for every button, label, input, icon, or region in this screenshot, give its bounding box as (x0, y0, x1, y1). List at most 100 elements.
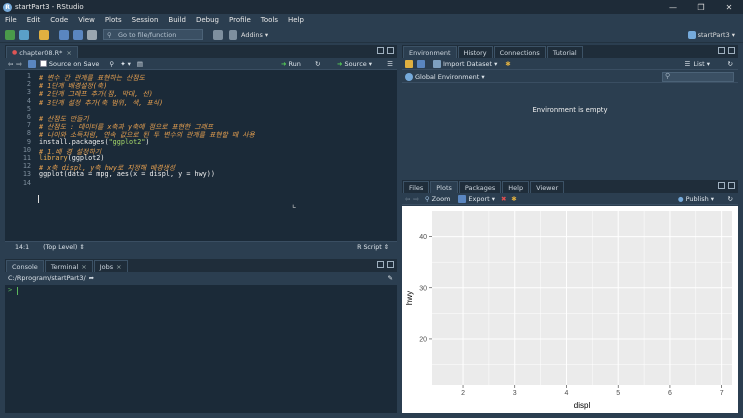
tab-files[interactable]: Files (403, 181, 430, 193)
rstudio-logo-icon: R (3, 2, 12, 12)
back-icon[interactable]: ⇦ (8, 60, 13, 68)
zoom-button[interactable]: Zoom (432, 195, 451, 203)
tab-environment-label: Environment (409, 48, 451, 57)
next-plot-icon[interactable]: ⇨ (413, 195, 418, 203)
clear-console-icon[interactable]: ✎ (388, 274, 393, 282)
tab-close-icon[interactable]: × (66, 49, 71, 57)
terminal-close-icon[interactable]: × (81, 263, 86, 271)
tab-packages[interactable]: Packages (458, 181, 502, 193)
tab-environment[interactable]: Environment (403, 46, 457, 58)
maximize-pane-icon[interactable] (728, 47, 735, 54)
addins-button[interactable]: Addins (241, 31, 263, 39)
menu-build[interactable]: Build (163, 14, 191, 27)
tab-plots-label: Plots (436, 183, 452, 192)
menu-profile[interactable]: Profile (224, 14, 256, 27)
minimize-icon[interactable]: — (659, 0, 687, 14)
scatter-chart: 2 3 4 5 6 7 20 30 40 displ hwy (405, 211, 732, 410)
publish-button[interactable]: ● Publish ▾ (678, 195, 714, 203)
tab-history[interactable]: History (457, 46, 493, 58)
maximize-pane-icon[interactable] (728, 182, 735, 189)
tab-viewer[interactable]: Viewer (530, 181, 565, 193)
run-icon: ➜ (281, 59, 287, 68)
jobs-close-icon[interactable]: × (116, 263, 121, 271)
minimize-pane-icon[interactable] (718, 47, 725, 54)
new-project-icon[interactable] (19, 29, 29, 40)
menu-tools[interactable]: Tools (256, 14, 283, 27)
compile-icon[interactable]: ▤ (137, 60, 143, 68)
tab-jobs[interactable]: Jobs × (93, 260, 128, 272)
tab-tutorial-label: Tutorial (552, 48, 577, 57)
tab-plots[interactable]: Plots (430, 181, 458, 193)
source-button[interactable]: ➜ Source ▾ (337, 60, 372, 68)
maximize-pane-icon[interactable] (387, 261, 394, 268)
language-dropdown[interactable]: R Script ⇕ (357, 244, 389, 251)
text-cursor (38, 195, 39, 203)
tab-terminal[interactable]: Terminal × (44, 260, 93, 272)
menu-debug[interactable]: Debug (191, 14, 224, 27)
goto-file-input[interactable]: ⚲ Go to file/function (103, 29, 203, 40)
tab-console[interactable]: Console (6, 260, 44, 272)
menu-session[interactable]: Session (127, 14, 164, 27)
load-workspace-icon[interactable] (405, 59, 413, 68)
environment-pane: Environment History Connections Tutorial… (402, 45, 738, 175)
save-icon[interactable] (59, 29, 69, 40)
plot-viewer[interactable]: 2 3 4 5 6 7 20 30 40 displ hwy (402, 206, 738, 413)
broom-icon[interactable]: ✱ (505, 60, 510, 68)
run-button[interactable]: ➜ Run (281, 60, 301, 68)
project-button[interactable]: startPart3 ▾ (686, 30, 735, 39)
outline-icon[interactable]: ☰ (387, 60, 393, 68)
x-tick-label: 2 (461, 390, 465, 397)
tab-chapter08[interactable]: ● chapter08.R* × (6, 46, 78, 58)
tab-help[interactable]: Help (502, 181, 530, 193)
scope-chevron-icon: ⇕ (79, 243, 85, 251)
maximize-icon[interactable]: ❐ (687, 0, 715, 14)
export-button[interactable]: Export (468, 195, 489, 203)
console-output[interactable]: > (5, 285, 397, 413)
wand-icon[interactable]: ✦ (120, 60, 125, 68)
tab-connections[interactable]: Connections (493, 46, 546, 58)
open-file-icon[interactable] (39, 29, 49, 40)
list-label: List (693, 59, 705, 68)
rerun-icon[interactable]: ↻ (315, 60, 320, 68)
code-editor[interactable]: 1 2 3 4 5 6 7 8 9 10 11 12 13 14 # 변수 간 관계를 표현하는 산점도 #… (5, 70, 397, 241)
minimize-pane-icon[interactable] (377, 47, 384, 54)
refresh-plot-icon[interactable]: ↻ (728, 195, 733, 203)
env-search-icon: ⚲ (665, 72, 671, 80)
menu-plots[interactable]: Plots (100, 14, 127, 27)
menu-code[interactable]: Code (45, 14, 73, 27)
source-on-save-checkbox[interactable] (39, 60, 47, 67)
tab-tutorial[interactable]: Tutorial (546, 46, 583, 58)
go-to-directory-icon[interactable]: ➦ (89, 274, 94, 282)
remove-plot-icon[interactable]: ✖ (501, 195, 506, 203)
maximize-pane-icon[interactable] (387, 47, 394, 54)
print-icon[interactable] (87, 29, 97, 40)
env-search-input[interactable]: ⚲ (662, 72, 734, 82)
minimize-pane-icon[interactable] (377, 261, 384, 268)
list-view-dropdown[interactable]: ☰ List ▾ (685, 60, 710, 68)
save-all-icon[interactable] (73, 29, 83, 40)
menu-file[interactable]: File (0, 14, 22, 27)
run-label: Run (288, 59, 301, 68)
forward-icon[interactable]: ⇨ (16, 60, 21, 68)
wand-chevron-icon: ▾ (127, 59, 131, 68)
clear-plots-broom-icon[interactable]: ✱ (511, 195, 516, 203)
global-env-dropdown[interactable]: Global Environment (415, 73, 479, 81)
find-icon[interactable]: ⚲ (109, 60, 114, 68)
menu-help[interactable]: Help (283, 14, 309, 27)
editor-save-icon[interactable] (27, 59, 36, 68)
minimize-pane-icon[interactable] (718, 182, 725, 189)
code-line: ggplot(data = mpg, aes(x = displ, y = hw… (39, 170, 215, 178)
menu-edit[interactable]: Edit (22, 14, 46, 27)
addins-grid-icon[interactable] (229, 29, 237, 40)
close-icon[interactable]: ✕ (715, 0, 743, 14)
scope-dropdown[interactable]: (Top Level) ⇕ (43, 244, 84, 251)
new-file-icon[interactable] (5, 29, 15, 40)
rstudio-window: R startPart3 - RStudio — ❐ ✕ File Edit C… (0, 0, 743, 418)
refresh-env-icon[interactable]: ↻ (728, 60, 733, 68)
prev-plot-icon[interactable]: ⇦ (405, 195, 410, 203)
save-workspace-icon[interactable] (417, 59, 425, 68)
layout-icon[interactable] (213, 29, 223, 40)
menu-view[interactable]: View (73, 14, 100, 27)
import-dataset-button[interactable]: Import Dataset (443, 60, 492, 68)
source-tabs: ● chapter08.R* × (5, 45, 397, 58)
